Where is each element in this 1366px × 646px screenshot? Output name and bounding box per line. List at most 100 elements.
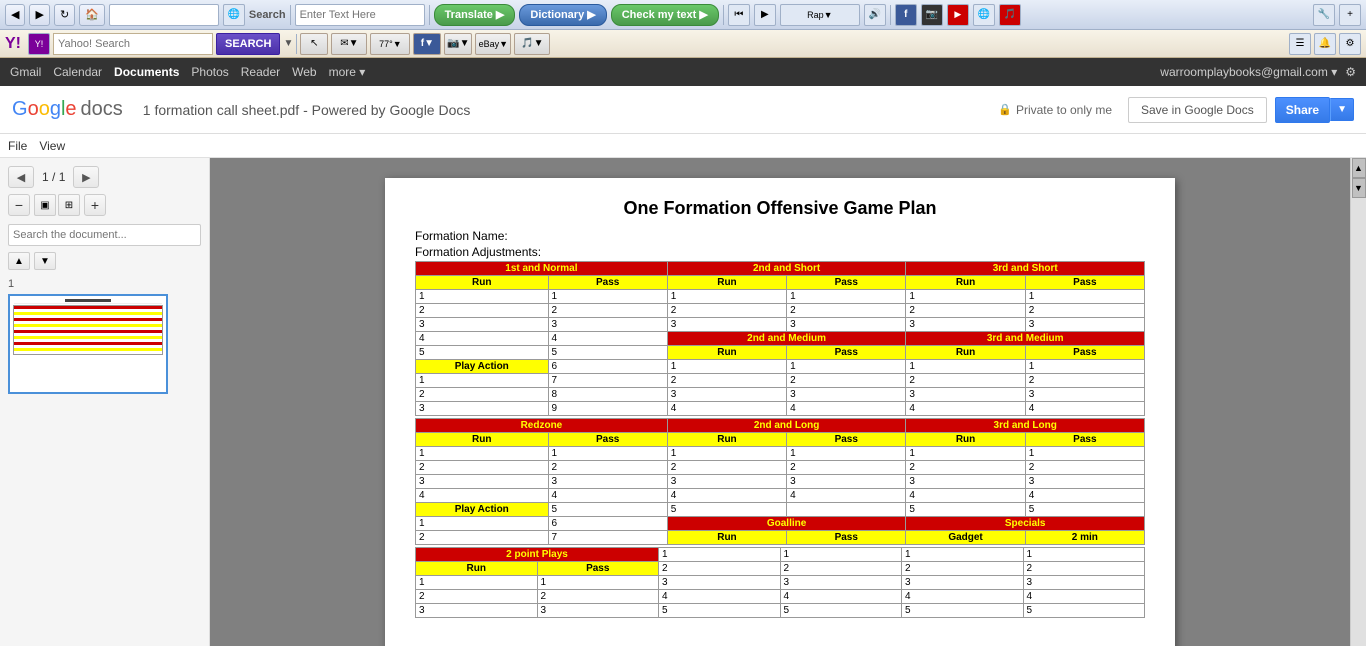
table-row: 2 <box>1025 304 1144 318</box>
thumbnail-page-label: 1 <box>8 278 14 290</box>
table-row: 4 <box>548 489 667 503</box>
nav-calendar[interactable]: Calendar <box>53 65 102 79</box>
pass-2l: Pass <box>787 433 906 447</box>
youtube-icon[interactable]: ▶ <box>947 4 969 26</box>
share-button[interactable]: Share <box>1275 97 1330 123</box>
table-row: 3 <box>787 388 906 402</box>
share-dropdown-button[interactable]: ▼ <box>1330 98 1354 121</box>
yahoo-home-icon[interactable]: Y! <box>28 33 50 55</box>
settings-wrench-icon[interactable]: 🔧 <box>1313 4 1335 26</box>
table-row: 2 <box>780 562 902 576</box>
run-header-2: Run <box>667 276 786 290</box>
two-min-label: 2 min <box>1025 531 1144 545</box>
yahoo-search-button[interactable]: SEARCH <box>216 33 280 55</box>
table-row <box>787 503 906 517</box>
social-icon2[interactable]: 📷 <box>921 4 943 26</box>
table-row: 4 <box>1025 489 1144 503</box>
play-action-rz: Play Action <box>416 503 549 517</box>
nav-gmail[interactable]: Gmail <box>10 65 41 79</box>
home-button[interactable]: 🏠 <box>79 4 105 26</box>
zoom-in-button[interactable]: + <box>84 194 106 216</box>
table-row: 5 <box>667 503 786 517</box>
notification-bell-icon[interactable]: 🔔 <box>1314 33 1336 55</box>
nav-web[interactable]: Web <box>292 65 316 79</box>
yahoo-search-input[interactable] <box>53 33 213 55</box>
next-page-button[interactable]: ▶ <box>73 166 99 188</box>
google-settings-icon[interactable]: ⚙ <box>1345 65 1356 79</box>
table-row: 2 <box>667 304 786 318</box>
browser-search-input[interactable] <box>295 4 425 26</box>
view-menu-item[interactable]: View <box>39 139 65 153</box>
table-row: 4 <box>780 590 902 604</box>
nav-documents[interactable]: Documents <box>114 65 179 79</box>
document-title: 1 formation call sheet.pdf - Powered by … <box>143 102 988 118</box>
single-page-view-button[interactable]: ▣ <box>34 194 56 216</box>
yahoo-ebay-icon[interactable]: eBay▼ <box>475 33 511 55</box>
table-row: 3 <box>659 576 781 590</box>
bottom-section-table: 2 point Plays 1 1 1 1 Run Pass 2 2 2 2 1… <box>415 547 1145 618</box>
back-button[interactable]: ◀ <box>5 4 25 26</box>
top-section-table: 1st and Normal 2nd and Short 3rd and Sho… <box>415 261 1145 416</box>
scroll-up-button[interactable]: ▲ <box>1352 158 1366 178</box>
table-row: 1 <box>902 548 1024 562</box>
forward-button[interactable]: ▶ <box>29 4 49 26</box>
table-row: 4 <box>787 489 906 503</box>
run-header-2m: Run <box>667 346 786 360</box>
yahoo-temp-icon[interactable]: 77°▼ <box>370 33 410 55</box>
nav-photos[interactable]: Photos <box>191 65 228 79</box>
check-text-button[interactable]: Check my text ▶ <box>611 4 719 26</box>
media-play-icon[interactable]: ▶ <box>754 4 776 26</box>
table-row: 2 <box>1025 461 1144 475</box>
scroll-down-button[interactable]: ▼ <box>1352 178 1366 198</box>
table-row: 1 <box>537 576 659 590</box>
refresh-button[interactable]: ↻ <box>54 4 75 26</box>
zoom-out-button[interactable]: − <box>8 194 30 216</box>
nav-more[interactable]: more ▾ <box>329 65 366 79</box>
page-thumbnail[interactable] <box>8 294 168 394</box>
header-3rd-medium: 3rd and Medium <box>906 332 1145 346</box>
search-next-button[interactable]: ▼ <box>34 252 56 270</box>
table-row: 1 <box>416 447 549 461</box>
search-document-input[interactable] <box>8 224 201 246</box>
address-bar[interactable] <box>109 4 219 26</box>
icon5[interactable]: 🎵 <box>999 4 1021 26</box>
document-area[interactable]: One Formation Offensive Game Plan Format… <box>210 158 1350 646</box>
table-row: 2 <box>906 304 1025 318</box>
add-tab-icon[interactable]: + <box>1339 4 1361 26</box>
save-in-google-docs-button[interactable]: Save in Google Docs <box>1128 97 1267 123</box>
facebook-icon[interactable]: f <box>895 4 917 26</box>
table-row: 2 <box>537 590 659 604</box>
thumbnail-container: 1 <box>8 278 201 394</box>
yahoo-cursor-icon[interactable]: ↖ <box>300 33 328 55</box>
table-row: 3 <box>1025 318 1144 332</box>
file-menu-item[interactable]: File <box>8 139 27 153</box>
menu-list-icon[interactable]: ☰ <box>1289 33 1311 55</box>
gadget-label: Gadget <box>906 531 1025 545</box>
search-prev-button[interactable]: ▲ <box>8 252 30 270</box>
middle-section-table: Redzone 2nd and Long 3rd and Long Run Pa… <box>415 418 1145 545</box>
translate-button[interactable]: Translate ▶ <box>434 4 516 26</box>
yahoo-icon2[interactable]: 🎵▼ <box>514 33 550 55</box>
table-row: 5 <box>780 604 902 618</box>
vertical-scrollbar[interactable]: ▲ ▼ <box>1350 158 1366 646</box>
yahoo-settings-icon[interactable]: ⚙ <box>1339 33 1361 55</box>
dictionary-button[interactable]: Dictionary ▶ <box>519 4 606 26</box>
yahoo-facebook-icon[interactable]: f▼ <box>413 33 441 55</box>
browser-icon2[interactable]: 🌐 <box>973 4 995 26</box>
table-row: 4 <box>906 489 1025 503</box>
volume-icon[interactable]: 🔊 <box>864 4 886 26</box>
prev-page-button[interactable]: ◀ <box>8 166 34 188</box>
table-row: 4 <box>787 402 906 416</box>
header-goalline: Goalline <box>667 517 906 531</box>
file-menu-bar: File View <box>0 134 1366 158</box>
yahoo-icon1[interactable]: 📷▼ <box>444 33 472 55</box>
table-row: 2 <box>667 374 786 388</box>
search-dropdown[interactable]: ▼ <box>283 38 293 49</box>
table-row: 3 <box>902 576 1024 590</box>
grid-view-button[interactable]: ⊞ <box>58 194 80 216</box>
nav-reader[interactable]: Reader <box>241 65 280 79</box>
media-prev-icon[interactable]: ⏮ <box>728 4 750 26</box>
table-row: 1 <box>659 548 781 562</box>
yahoo-mail-icon[interactable]: ✉▼ <box>331 33 367 55</box>
table-row: 1 <box>787 290 906 304</box>
